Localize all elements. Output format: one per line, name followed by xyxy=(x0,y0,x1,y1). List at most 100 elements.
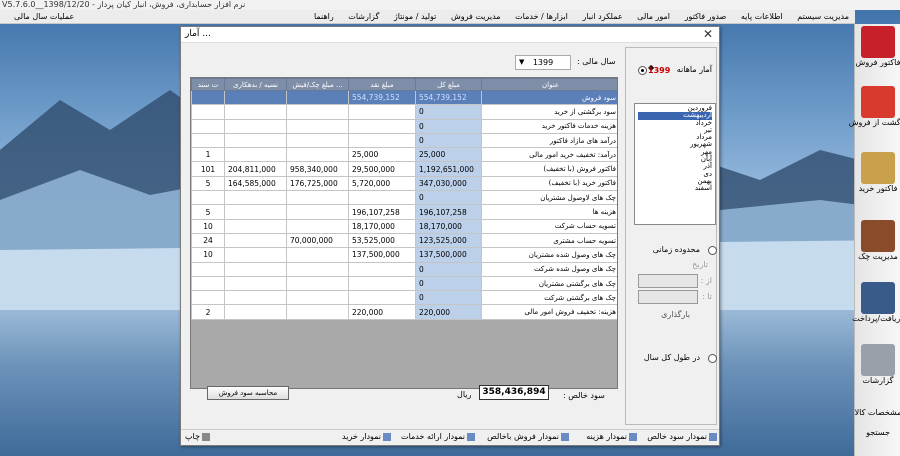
total-amount-cell: 220,000 xyxy=(415,304,482,320)
title-cell: هزینه ها xyxy=(481,204,617,220)
empty-cell xyxy=(286,347,349,363)
monthly-year-value[interactable]: 1399 xyxy=(648,66,670,75)
services-chart-button[interactable]: نمودار ارائه خدمات xyxy=(401,432,475,441)
cash-amount-cell: 5,720,000 xyxy=(348,175,416,192)
check-amount-cell xyxy=(286,104,349,120)
menu-production[interactable]: تولید / مونتاژ xyxy=(388,10,443,24)
menu-reports[interactable]: گزارشات xyxy=(342,10,385,24)
calculate-sales-profit-button[interactable]: محاسبه سود فروش xyxy=(207,386,289,400)
sidebar-check-management[interactable]: مدیریت چک xyxy=(848,220,900,261)
menu-base-info[interactable]: اطلاعات پایه xyxy=(735,10,789,24)
table-row[interactable]: 0 هزینه خدمات فاکتور خرید xyxy=(191,118,617,134)
column-header[interactable]: نسیه / بدهکاری xyxy=(224,78,287,91)
expense-chart-button[interactable]: نمودار هزینه xyxy=(586,432,637,441)
empty-cell xyxy=(481,347,617,363)
column-header[interactable]: مبلغ چک/فیش ... xyxy=(286,78,349,91)
check-management-icon xyxy=(861,220,895,252)
cash-amount-cell xyxy=(348,190,416,206)
reports-icon xyxy=(861,344,895,376)
table-row[interactable]: 0 درآمد های مازاد فاکتور xyxy=(191,132,617,149)
table-row[interactable]: 5 196,107,258 196,107,258 هزینه ها xyxy=(191,204,617,220)
purchase-chart-button[interactable]: نمودار خرید xyxy=(342,432,391,441)
check-amount-cell xyxy=(286,147,349,163)
count-cell: 5 xyxy=(191,175,225,192)
menu-system[interactable]: مدیریت سیستم xyxy=(791,10,855,24)
table-row[interactable]: 24 70,000,000 53,525,000 123,525,000 تسویه ح… xyxy=(191,232,617,249)
toolbar-label: چاپ xyxy=(185,432,200,441)
refresh-button[interactable]: بارگذاری xyxy=(661,310,690,319)
table-row[interactable]: 5 164,585,000 176,725,000 5,720,000 347,030,… xyxy=(191,175,617,192)
title-cell: هزینه: تخفیف فروش امور مالی xyxy=(481,304,617,320)
table-row[interactable]: 1 25,000 25,000 درآمد: تخفیف خرید امور مالی xyxy=(191,147,617,163)
title-cell: چک های برگشتی مشتریان xyxy=(481,275,617,292)
sidebar-sales-invoice[interactable]: فاکتور فروش xyxy=(848,26,900,67)
to-date-input[interactable] xyxy=(638,290,698,304)
menu-issue-invoice[interactable]: صدور فاکتور xyxy=(679,10,733,24)
month-item[interactable]: آبان xyxy=(638,155,712,163)
table-row[interactable]: 10 137,500,000 137,500,000 چک های وصول شده … xyxy=(191,247,617,263)
date-range-label: محدوده زمانی xyxy=(652,245,700,254)
from-date-input[interactable] xyxy=(638,274,698,288)
statistics-dialog: آمار ... ✕ ▼ 1399 سال مالی : ت سند نسیه … xyxy=(180,26,720,446)
month-item[interactable]: آذر xyxy=(638,163,712,171)
month-list[interactable]: فروردین اردیبهشت خرداد تیر مرداد شهریور مهر آبا… xyxy=(634,103,716,225)
table-row[interactable]: 554,739,152 554,739,152 سود فروش xyxy=(191,89,617,106)
sidebar-purchase-invoice[interactable]: فاکتور خرید xyxy=(848,152,900,193)
whole-year-radio[interactable] xyxy=(708,354,717,363)
total-amount-cell: 123,525,000 xyxy=(415,232,482,249)
title-cell: سود برگشتی از خرید xyxy=(481,104,617,120)
title-cell: چک های وصول شده مشتریان xyxy=(481,247,617,263)
menu-help[interactable]: راهنما xyxy=(308,10,340,24)
column-header[interactable]: عنوان xyxy=(481,78,617,91)
credit-cell xyxy=(224,118,287,134)
sidebar-sales-return[interactable]: برگشت از فروش xyxy=(848,86,900,127)
credit-cell xyxy=(224,89,287,106)
printer-icon xyxy=(201,432,210,441)
print-button[interactable]: چاپ xyxy=(185,432,210,441)
fiscal-year-label: سال مالی : xyxy=(577,57,616,66)
count-cell: 5 xyxy=(191,204,225,220)
total-amount-cell: 0 xyxy=(415,104,482,120)
net-profit-chart-button[interactable]: نمودار سود خالص xyxy=(647,432,717,441)
empty-cell xyxy=(348,347,416,363)
table-row[interactable]: 0 سود برگشتی از خرید xyxy=(191,104,617,120)
month-item[interactable]: خرداد xyxy=(638,119,712,127)
title-cell: تسویه حساب شرکت xyxy=(481,218,617,234)
column-header[interactable]: ت سند xyxy=(191,78,225,91)
sidebar-search[interactable]: جستجو xyxy=(848,428,900,437)
table-row[interactable]: 0 چک های برگشتی شرکت xyxy=(191,290,617,306)
table-header-row: ت سند نسیه / بدهکاری مبلغ چک/فیش ... مبل… xyxy=(191,78,617,91)
credit-cell xyxy=(224,204,287,220)
menu-finance[interactable]: امور مالی xyxy=(631,10,676,24)
table-row[interactable]: 2 220,000 220,000 هزینه: تخفیف فروش امور ما… xyxy=(191,304,617,320)
sidebar-payment[interactable]: دریافت/پرداخت xyxy=(848,282,900,323)
cash-amount-cell: 554,739,152 xyxy=(348,89,416,106)
table-row[interactable]: 10 18,170,000 18,170,000 تسویه حساب شرکت xyxy=(191,218,617,234)
column-header[interactable]: مبلغ کل xyxy=(415,78,482,91)
menu-tools[interactable]: ابزارها / خدمات xyxy=(509,10,574,24)
sidebar-reports[interactable]: گزارشات xyxy=(848,344,900,385)
date-range-radio[interactable] xyxy=(708,246,717,255)
close-icon[interactable]: ✕ xyxy=(703,27,713,41)
table-row[interactable]: 101 204,811,000 958,340,000 29,500,000 1,192… xyxy=(191,161,617,177)
menu-fiscal-year-ops[interactable]: عملیات سال مالی xyxy=(8,10,80,24)
table-row[interactable]: 0 چک های لاوصول مشتریان xyxy=(191,190,617,206)
table-row[interactable]: 0 چک های وصول شده شرکت xyxy=(191,261,617,277)
fiscal-year-dropdown[interactable]: ▼ 1399 xyxy=(515,55,571,70)
dialog-title-bar: آمار ... ✕ xyxy=(181,27,719,43)
sales-return-icon xyxy=(861,86,895,118)
check-amount-cell xyxy=(286,118,349,134)
menu-warehouse[interactable]: عملکرد انبار xyxy=(576,10,628,24)
monthly-radio[interactable] xyxy=(638,66,647,75)
total-amount-cell: 0 xyxy=(415,261,482,277)
net-profit-label: سود خالص : xyxy=(563,391,605,400)
empty-cell xyxy=(348,319,416,334)
table-row[interactable]: 0 چک های برگشتی مشتریان xyxy=(191,275,617,292)
gross-sales-chart-button[interactable]: نمودار فروش باخالص xyxy=(487,432,569,441)
column-header[interactable]: مبلغ نقد xyxy=(348,78,416,91)
month-item[interactable]: اسفند xyxy=(638,184,712,192)
menu-sales-mgmt[interactable]: مدیریت فروش xyxy=(445,10,507,24)
credit-cell: 164,585,000 xyxy=(224,175,287,192)
sidebar-product-specs[interactable]: مشخصات کالا xyxy=(848,408,900,417)
cash-amount-cell xyxy=(348,118,416,134)
